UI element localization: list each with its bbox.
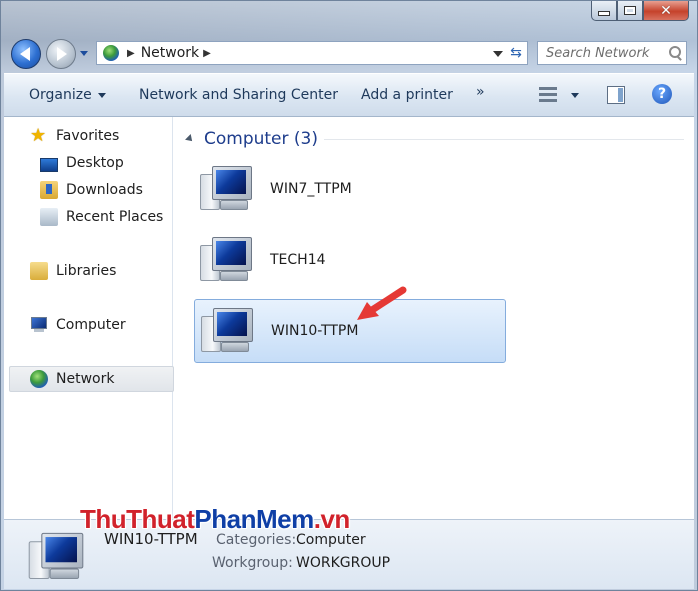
search-box[interactable] [537,41,687,65]
item-label: WIN7_TTPM [270,181,352,197]
computer-icon [199,306,255,356]
caret-down-icon [97,92,106,98]
computer-icon [30,316,48,334]
recent-pages-dropdown[interactable] [80,51,88,56]
chevron-right-icon[interactable]: ▶ [203,48,211,59]
network-computer-item-selected[interactable]: WIN10-TTPM [194,299,506,363]
network-icon [103,45,119,61]
sidebar-item-favorites[interactable]: ★ Favorites [30,125,119,147]
libraries-icon [30,262,48,280]
downloads-folder-icon [40,181,58,199]
refresh-icon[interactable]: ⇆ [508,45,524,61]
watermark-part1: ThuThuat [80,504,195,534]
item-label: WIN10-TTPM [271,323,359,339]
forward-button[interactable] [46,39,76,69]
help-icon[interactable]: ? [652,84,672,104]
computer-icon [27,531,86,584]
arrow-right-icon [57,47,67,61]
sidebar-item-label: Computer [56,317,126,333]
search-input[interactable] [544,44,666,62]
minimize-button[interactable] [591,1,617,21]
group-header-computer[interactable]: Computer (3) [185,129,318,149]
recent-places-icon [40,208,58,226]
arrow-left-icon [20,47,30,61]
item-label: TECH14 [270,252,326,268]
network-globe-icon [30,370,48,388]
group-header-label: Computer (3) [204,129,318,149]
sidebar-item-libraries[interactable]: Libraries [30,260,116,282]
sidebar-item-network[interactable]: Network [9,366,174,392]
close-icon: ✕ [660,2,672,19]
sidebar-item-desktop[interactable]: Desktop [40,152,124,174]
close-button[interactable]: ✕ [643,1,689,21]
chevron-right-icon[interactable]: ▶ [127,48,135,59]
maximize-button[interactable] [617,1,643,21]
navigation-pane: ★ Favorites Desktop Downloads Recent Pla… [4,117,174,519]
breadcrumb-network[interactable]: Network [141,45,199,61]
command-bar: Organize Network and Sharing Center Add … [4,73,694,117]
sidebar-item-label: Recent Places [66,209,164,225]
view-options-dropdown[interactable] [571,93,579,98]
address-bar[interactable]: ▶ Network ▶ ⇆ [96,41,528,65]
sidebar-item-label: Favorites [56,128,120,144]
desktop-icon [40,158,58,172]
sidebar-item-label: Desktop [66,155,124,171]
collapse-icon [185,134,195,144]
more-commands-button[interactable]: » [476,84,485,100]
watermark-part2: PhanMem [194,504,314,534]
group-divider [324,139,684,140]
search-icon[interactable] [666,44,684,62]
maximize-icon [624,6,636,15]
content-area: ★ Favorites Desktop Downloads Recent Pla… [4,117,694,519]
add-printer-button[interactable]: Add a printer [361,87,453,103]
annotation-arrow-icon [357,286,407,320]
sidebar-item-label: Network [56,371,115,387]
sidebar-item-label: Libraries [56,263,117,279]
change-view-icon[interactable] [539,86,559,104]
preview-pane-icon[interactable] [607,86,625,104]
sidebar-item-downloads[interactable]: Downloads [40,179,143,201]
watermark-logo: ThuThuatPhanMem.vn [80,504,350,535]
minimize-icon [598,11,610,16]
details-workgroup-label: Workgroup: [212,555,293,571]
explorer-window: ✕ ▶ Network ▶ ⇆ Organize Network and Sha… [0,0,698,591]
watermark-part3: .vn [313,504,351,534]
network-computer-item[interactable]: WIN7_TTPM [194,157,506,221]
back-button[interactable] [11,39,41,69]
network-sharing-center-button[interactable]: Network and Sharing Center [139,87,338,103]
caption-buttons: ✕ [591,1,689,21]
sidebar-item-computer[interactable]: Computer [30,314,126,336]
network-computer-item[interactable]: TECH14 [194,228,506,292]
computer-icon [198,164,254,214]
details-workgroup-value: WORKGROUP [296,555,391,571]
organize-label: Organize [29,87,92,103]
address-dropdown-icon[interactable] [493,51,503,57]
sidebar-item-recent-places[interactable]: Recent Places [40,206,163,228]
computer-icon [198,235,254,285]
sidebar-item-label: Downloads [66,182,143,198]
organize-button[interactable]: Organize [29,87,106,103]
star-icon: ★ [30,125,47,146]
